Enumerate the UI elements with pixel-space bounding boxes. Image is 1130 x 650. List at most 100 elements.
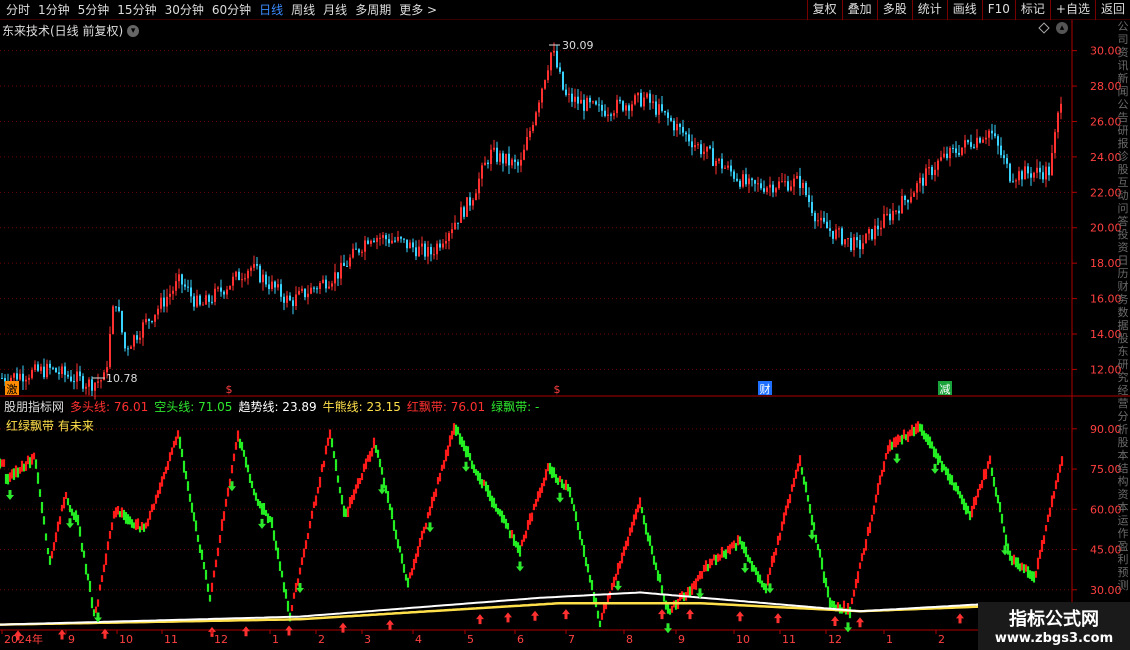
candle-body bbox=[262, 274, 264, 283]
buy-arrow-icon bbox=[736, 611, 744, 622]
candle-body bbox=[49, 363, 51, 368]
candle-body bbox=[397, 236, 399, 241]
buy-arrow-icon bbox=[242, 626, 250, 637]
candle-body bbox=[493, 147, 495, 150]
candle-body bbox=[751, 178, 753, 181]
candle-body bbox=[889, 213, 891, 221]
indicator-value-4: 红飘带: 76.01 bbox=[406, 400, 486, 414]
candle-body bbox=[271, 281, 273, 289]
candle-body bbox=[844, 239, 846, 245]
sell-arrow-icon bbox=[426, 522, 434, 533]
candle-body bbox=[1012, 181, 1014, 183]
candle-body bbox=[85, 386, 87, 389]
candle-body bbox=[532, 124, 534, 131]
candle-body bbox=[685, 132, 687, 135]
candle-body bbox=[736, 178, 738, 181]
candle-body bbox=[436, 243, 438, 255]
candle-body bbox=[649, 93, 651, 103]
candle-body bbox=[460, 207, 462, 223]
candle-body bbox=[1021, 171, 1023, 180]
candle-body bbox=[238, 271, 240, 281]
candle-body bbox=[640, 92, 642, 107]
high-price-label: 30.09 bbox=[562, 39, 594, 52]
candle-body bbox=[187, 286, 189, 288]
x-axis-label: 12 bbox=[828, 633, 842, 646]
candle-body bbox=[835, 229, 837, 239]
candle-body bbox=[673, 120, 675, 131]
candle-body bbox=[1048, 166, 1050, 176]
candle-body bbox=[976, 137, 978, 148]
candle-body bbox=[196, 295, 198, 307]
sell-arrow-icon bbox=[664, 623, 672, 634]
candle-body bbox=[601, 104, 603, 111]
candle-body bbox=[658, 104, 660, 115]
watermark-title: 指标公式网 bbox=[1009, 609, 1099, 630]
candle-body bbox=[112, 306, 114, 335]
candle-body bbox=[430, 247, 432, 255]
watermark-url: www.zbgs3.com bbox=[994, 631, 1114, 646]
candle-body bbox=[910, 196, 912, 203]
candle-body bbox=[1042, 172, 1044, 180]
candle-body bbox=[145, 319, 147, 323]
candle-body bbox=[463, 207, 465, 217]
candle-body bbox=[958, 152, 960, 155]
candle-body bbox=[607, 114, 609, 116]
candle-body bbox=[391, 240, 393, 244]
candle-body bbox=[763, 188, 765, 192]
candle-body bbox=[379, 237, 381, 239]
candle-body bbox=[1033, 172, 1035, 178]
candle-body bbox=[646, 93, 648, 98]
candle-body bbox=[841, 228, 843, 245]
candle-body bbox=[409, 242, 411, 249]
candle-body bbox=[256, 264, 258, 266]
candle-body bbox=[13, 373, 15, 378]
candle-body bbox=[676, 123, 678, 131]
candle-body bbox=[499, 153, 501, 162]
candle-body bbox=[739, 180, 741, 187]
candle-body bbox=[79, 371, 81, 377]
candle-body bbox=[76, 371, 78, 382]
candle-body bbox=[385, 235, 387, 240]
buy-arrow-icon bbox=[686, 609, 694, 620]
candle-body bbox=[361, 251, 363, 253]
candle-body bbox=[61, 366, 63, 375]
candle-body bbox=[25, 379, 27, 382]
candle-body bbox=[265, 274, 267, 285]
candle-body bbox=[655, 101, 657, 115]
candle-body bbox=[484, 162, 486, 166]
candle-body bbox=[19, 373, 21, 380]
candle-body bbox=[733, 171, 735, 179]
candle-body bbox=[322, 279, 324, 283]
candle-body bbox=[967, 140, 969, 143]
event-marker-2: $ bbox=[554, 383, 561, 396]
candle-body bbox=[121, 311, 123, 333]
candle-body bbox=[988, 130, 990, 138]
candle-body bbox=[508, 153, 510, 166]
x-axis-label: 10 bbox=[736, 633, 750, 646]
x-axis-label: 6 bbox=[517, 633, 524, 646]
candle-body bbox=[313, 287, 315, 289]
chart-canvas[interactable]: 30.0028.0026.0024.0022.0020.0018.0016.00… bbox=[0, 0, 1130, 650]
candle-body bbox=[208, 295, 210, 302]
candle-body bbox=[283, 296, 285, 303]
candle-body bbox=[43, 366, 45, 378]
indicator-value-0: 多头线: 76.01 bbox=[70, 400, 149, 414]
candle-body bbox=[91, 379, 93, 391]
indicator-name[interactable]: 股朋指标网 bbox=[4, 398, 64, 415]
candle-body bbox=[1003, 155, 1005, 159]
side-scroll-strip[interactable]: 公司资讯新闻公告研报诊股互动问答投资日历财务数据股东研究经营分析股本结构资本运作… bbox=[1116, 20, 1130, 605]
candle-body bbox=[604, 110, 606, 116]
candle-body bbox=[877, 225, 879, 230]
candle-body bbox=[103, 372, 105, 381]
candle-body bbox=[220, 287, 222, 292]
candle-body bbox=[871, 229, 873, 240]
candle-body bbox=[970, 142, 972, 147]
candle-body bbox=[784, 181, 786, 183]
candle-body bbox=[925, 168, 927, 186]
candle-body bbox=[547, 70, 549, 81]
candle-body bbox=[778, 181, 780, 189]
candle-body bbox=[745, 174, 747, 185]
candle-body bbox=[946, 153, 948, 159]
candle-body bbox=[664, 110, 666, 113]
candle-body bbox=[451, 229, 453, 234]
